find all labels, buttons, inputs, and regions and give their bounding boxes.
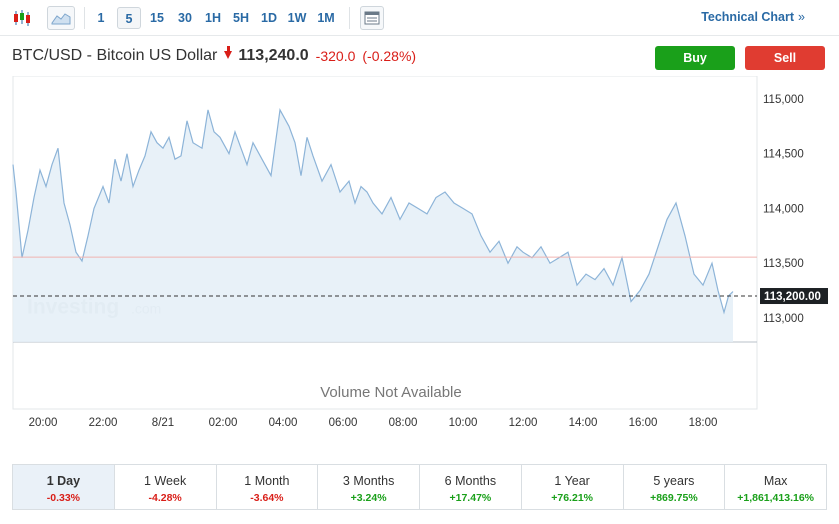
price-change-percent: (-0.28%) [362,48,417,64]
y-axis-tick-label: 113,500 [763,258,804,270]
x-axis-tick-label: 14:00 [569,417,598,429]
x-axis-tick-label: 20:00 [29,417,58,429]
period-1-day[interactable]: 1 Day -0.33% [13,465,115,509]
sell-button[interactable]: Sell [745,46,825,70]
instrument-header: BTC/USD - Bitcoin US Dollar 113,240.0 -3… [12,44,416,68]
period-label: 1 Day [46,474,81,488]
down-arrow-icon [224,46,233,59]
technical-chart-label: Technical Chart [701,10,795,24]
toolbar-divider [84,7,85,29]
buy-button[interactable]: Buy [655,46,735,70]
period-max[interactable]: Max +1,861,413.16% [725,465,826,509]
y-axis-tick-label: 114,000 [763,203,804,215]
period-change: -4.28% [148,492,182,504]
period-1-year[interactable]: 1 Year +76.21% [521,465,624,509]
interval-1d[interactable]: 1D [258,7,280,29]
x-axis-tick-label: 02:00 [209,417,238,429]
area-chart-icon[interactable] [47,6,75,30]
period-label: 6 Months [444,474,497,488]
last-price: 113,240.0 [238,47,309,64]
interval-1w[interactable]: 1W [285,7,309,29]
period-label: 1 Week [144,474,187,488]
period-change: +1,861,413.16% [737,492,815,504]
x-axis-tick-label: 06:00 [329,417,358,429]
period-label: 5 years [653,474,695,488]
price-chart[interactable]: Investing.com115,000114,500114,000113,50… [0,76,839,436]
chart-toolbar: 1 5 15 30 1H 5H 1D 1W 1M Technical Chart… [0,0,839,36]
volume-not-available-note: Volume Not Available [320,384,461,401]
interval-5h[interactable]: 5H [229,7,253,29]
interval-5[interactable]: 5 [117,7,141,29]
interval-30[interactable]: 30 [174,7,196,29]
period-5-years[interactable]: 5 years +869.75% [623,465,726,509]
period-change: +3.24% [350,492,387,504]
y-axis-tick-label: 115,000 [763,94,804,106]
x-axis-tick-label: 8/21 [152,417,174,429]
price-chart-svg: Investing.com115,000114,500114,000113,50… [12,76,828,429]
interval-1m[interactable]: 1M [314,7,338,29]
period-change: +869.75% [650,492,698,504]
x-axis-tick-label: 10:00 [449,417,478,429]
period-label: Max [763,474,788,488]
x-axis-tick-label: 08:00 [389,417,418,429]
period-change: -3.64% [250,492,284,504]
instrument-name: BTC/USD - Bitcoin US Dollar [12,47,218,64]
period-3-months[interactable]: 3 Months +3.24% [318,465,420,509]
x-axis-tick-label: 22:00 [89,417,118,429]
x-axis-tick-label: 12:00 [509,417,538,429]
period-6-months[interactable]: 6 Months +17.47% [420,465,522,509]
x-axis-tick-label: 04:00 [269,417,298,429]
x-axis-tick-label: 18:00 [689,417,718,429]
interval-15[interactable]: 15 [146,7,168,29]
technical-chart-link[interactable]: Technical Chart» [701,10,805,24]
interval-1[interactable]: 1 [92,7,110,29]
period-label: 3 Months [342,474,395,488]
period-1-week[interactable]: 1 Week -4.28% [114,465,217,509]
y-axis-tick-label: 113,000 [763,313,804,325]
x-axis-tick-label: 16:00 [629,417,658,429]
period-1-month[interactable]: 1 Month -3.64% [216,465,319,509]
candlestick-icon[interactable] [10,6,34,30]
interval-1h[interactable]: 1H [202,7,224,29]
toolbar-divider [349,7,350,29]
period-change: +76.21% [551,492,593,504]
period-label: 1 Month [244,474,290,488]
period-label: 1 Year [554,474,590,488]
y-axis-tick-label: 114,500 [763,149,804,161]
period-change: +17.47% [449,492,492,504]
current-price-tag-label: 113,200.00 [764,291,821,303]
performance-periods: 1 Day -0.33% 1 Week -4.28% 1 Month -3.64% 3 Mo… [12,464,827,510]
price-change: -320.0 [315,48,356,64]
table-view-icon[interactable] [360,6,384,30]
period-change: -0.33% [46,492,81,504]
double-chevron-right-icon: » [798,10,805,24]
